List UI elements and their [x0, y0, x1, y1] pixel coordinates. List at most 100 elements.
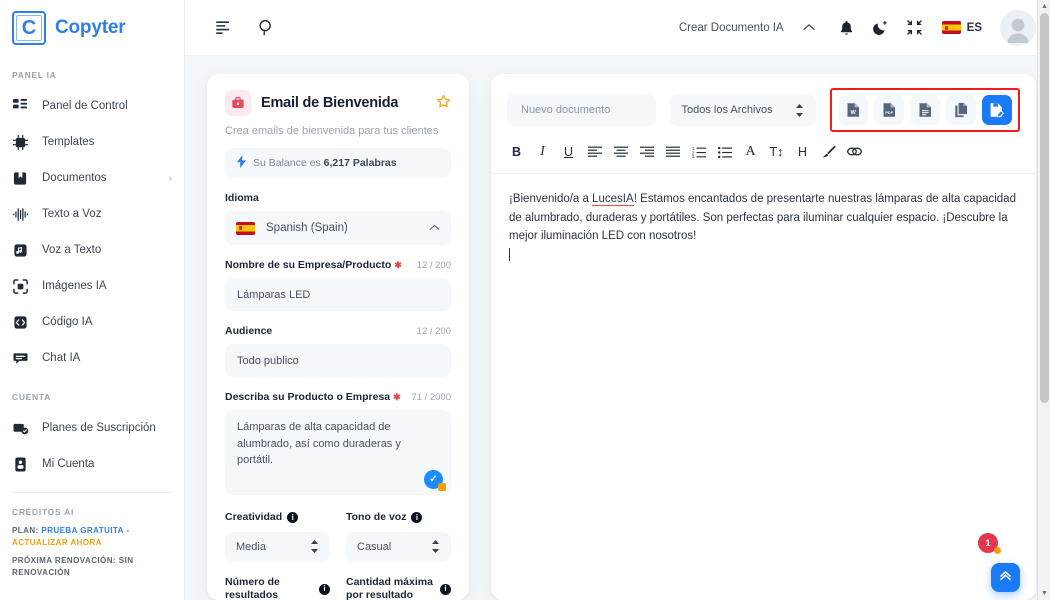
briefcase-icon: [225, 90, 251, 116]
ordered-list-button[interactable]: 123: [687, 140, 710, 163]
double-chevron-up-icon: [998, 568, 1013, 588]
creativity-select[interactable]: Media: [225, 531, 330, 562]
info-icon[interactable]: i: [411, 512, 423, 524]
describe-textarea[interactable]: Lámparas de alta capacidad de alumbrado,…: [225, 410, 451, 495]
export-pdf-button[interactable]: PDF: [874, 95, 904, 125]
editor-card: Nuevo documento Todos los Archivos W PDF…: [491, 74, 1036, 600]
svg-text:PDF: PDF: [885, 110, 893, 115]
template-form-card: Email de Bienvenida Crea emails de bienv…: [207, 74, 469, 600]
renewal-line: PRÓXIMA RENOVACIÓN: SIN RENOVACIÓN: [12, 556, 134, 577]
copy-document-button[interactable]: [946, 95, 976, 125]
audience-field-label: Audience 12 / 200: [225, 325, 451, 337]
results-row: Número de resultados i Cantidad máxima p…: [225, 576, 451, 600]
file-filter-select[interactable]: Todos los Archivos: [669, 94, 816, 126]
scrollbar-up-arrow[interactable]: ▲: [1038, 0, 1050, 13]
bold-button[interactable]: B: [505, 140, 528, 163]
describe-field-label: Describa su Producto o Empresa ✱ 71 / 20…: [225, 391, 451, 403]
moon-dark-mode-icon[interactable]: [866, 13, 896, 43]
menu-align-icon[interactable]: [209, 13, 239, 43]
heading-button[interactable]: H: [791, 140, 814, 163]
align-center-button[interactable]: [609, 140, 632, 163]
sidebar-item-templates[interactable]: Templates: [0, 124, 184, 160]
page-scrollbar[interactable]: ▲ ▼: [1037, 0, 1050, 600]
info-icon[interactable]: i: [287, 512, 299, 524]
sidebar-item-label: Chat IA: [42, 352, 81, 364]
sidebar-item-documentos[interactable]: Documentos ›: [0, 160, 184, 196]
info-icon[interactable]: i: [319, 583, 330, 595]
scrollbar-thumb[interactable]: [1040, 13, 1049, 403]
document-text-part1: ¡Bienvenido/a a: [509, 193, 593, 205]
editor-toolbar: B I U 123 A T↕ H: [491, 138, 1036, 174]
language-select[interactable]: Spanish (Spain): [225, 211, 451, 245]
sidebar-item-voz-a-texto[interactable]: Voz a Texto: [0, 232, 184, 268]
bell-icon[interactable]: [832, 13, 862, 43]
sidebar-item-planes-de-suscripcion[interactable]: Planes de Suscripción: [0, 410, 184, 446]
sidebar-item-panel-de-control[interactable]: Panel de Control: [0, 88, 184, 124]
app-root: C Copyter PANEL IA Panel de Control Temp…: [0, 0, 1050, 600]
export-text-button[interactable]: [910, 95, 940, 125]
chevron-up-icon[interactable]: [796, 15, 822, 41]
svg-text:3: 3: [692, 154, 695, 158]
form-title: Email de Bienvenida: [261, 95, 399, 111]
sidebar-section-panel-title: PANEL IA: [12, 70, 57, 80]
search-icon[interactable]: [251, 13, 281, 43]
topbar: Crear Documento IA ES: [185, 0, 1050, 56]
company-input[interactable]: Lámparas LED: [225, 278, 451, 311]
bullet-list-button[interactable]: [713, 140, 736, 163]
font-color-button[interactable]: A: [739, 140, 762, 163]
info-icon[interactable]: i: [440, 583, 451, 595]
tone-label-text: Tono de voz: [346, 511, 407, 523]
waveform-icon: [12, 206, 29, 223]
italic-button[interactable]: I: [531, 140, 554, 163]
sidebar-nav: PANEL IA Panel de Control Templates Docu…: [0, 56, 184, 600]
notification-badge[interactable]: 1: [978, 533, 1001, 554]
user-avatar-icon: [1007, 18, 1029, 43]
save-doc-icon: [990, 103, 1005, 118]
sidebar-item-label: Documentos: [42, 172, 107, 184]
scrollbar-down-arrow[interactable]: ▼: [1038, 587, 1050, 600]
plan-upgrade-link[interactable]: ACTUALIZAR AHORA: [12, 538, 102, 547]
tone-value: Casual: [357, 540, 392, 553]
create-document-link[interactable]: Crear Documento IA: [671, 22, 792, 34]
sidebar-item-imagenes-ia[interactable]: Imágenes IA: [0, 268, 184, 304]
grammar-check-badge[interactable]: ✓: [424, 470, 446, 491]
sidebar-item-label: Imágenes IA: [42, 280, 107, 292]
font-size-button[interactable]: T↕: [765, 140, 788, 163]
user-avatar[interactable]: [1000, 9, 1036, 46]
align-justify-button[interactable]: [661, 140, 684, 163]
sidebar-item-codigo-ia[interactable]: Código IA: [0, 304, 184, 340]
star-favorite-icon[interactable]: [436, 94, 451, 112]
brand-logo[interactable]: C Copyter: [0, 0, 184, 56]
language-label-text: Idioma: [225, 192, 259, 204]
stepper-arrows-icon: [310, 540, 319, 554]
plan-separator: -: [126, 526, 130, 535]
save-document-button[interactable]: [982, 95, 1012, 125]
word-doc-icon: W: [847, 103, 859, 117]
underline-button[interactable]: U: [557, 140, 580, 163]
tone-field: Tono de voz i Casual: [346, 511, 451, 562]
sidebar-item-texto-a-voz[interactable]: Texto a Voz: [0, 196, 184, 232]
sidebar-item-label: Panel de Control: [42, 100, 128, 112]
editor-body[interactable]: ¡Bienvenido/a a LucesIA! Estamos encanta…: [491, 174, 1036, 600]
scroll-to-top-button[interactable]: [991, 563, 1020, 592]
language-selector[interactable]: ES: [934, 21, 990, 34]
highlight-button[interactable]: [817, 140, 840, 163]
sidebar-item-chat-ia[interactable]: Chat IA: [0, 340, 184, 376]
plan-prefix: PLAN:: [12, 526, 39, 535]
balance-value: 6,217 Palabras: [323, 157, 397, 169]
chip-ai-icon: [12, 134, 29, 151]
collapse-screen-icon[interactable]: [900, 13, 930, 43]
document-name-input[interactable]: Nuevo documento: [507, 94, 656, 126]
align-left-button[interactable]: [583, 140, 606, 163]
lightning-bolt-icon: [237, 155, 246, 171]
tone-select[interactable]: Casual: [346, 531, 451, 562]
link-button[interactable]: [843, 140, 866, 163]
results-count-label: Número de resultados i: [225, 576, 330, 600]
chat-icon: [12, 350, 29, 367]
plan-line: PLAN: PRUEBA GRATUITA - ACTUALIZAR AHORA: [12, 525, 172, 548]
export-word-button[interactable]: W: [838, 95, 868, 125]
align-right-button[interactable]: [635, 140, 658, 163]
audience-input[interactable]: Todo publico: [225, 344, 451, 377]
code-icon: [12, 314, 29, 331]
sidebar-item-mi-cuenta[interactable]: Mi Cuenta: [0, 446, 184, 482]
